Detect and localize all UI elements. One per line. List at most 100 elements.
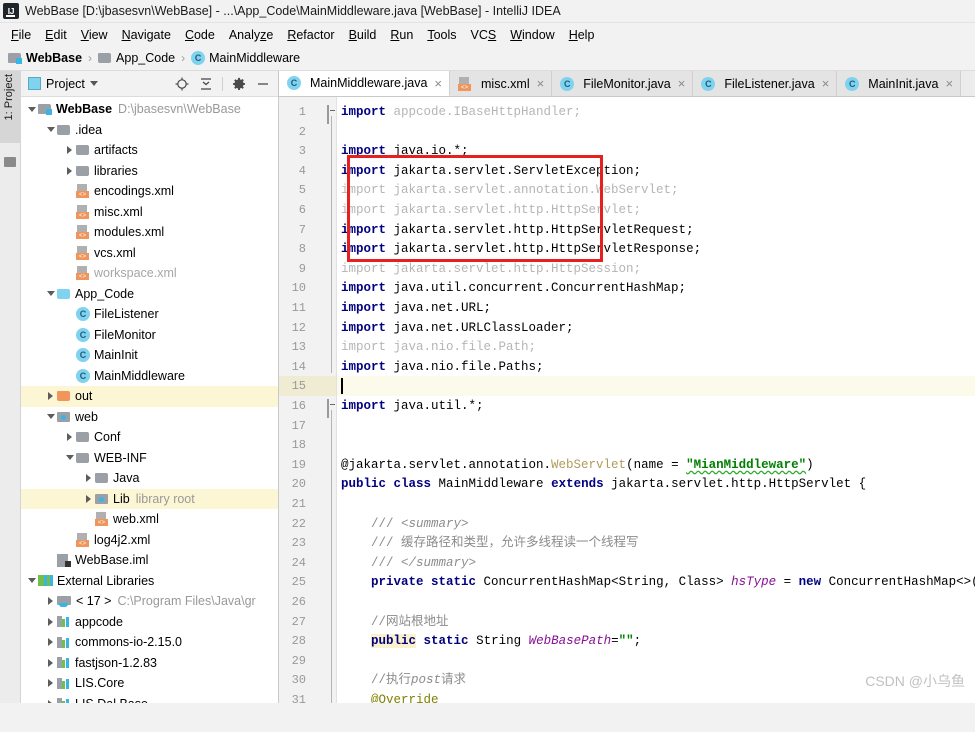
menu-item-run[interactable]: Run: [383, 26, 420, 44]
tree-item[interactable]: C FileListener: [21, 304, 278, 325]
tree-item[interactable]: <> workspace.xml: [21, 263, 278, 284]
chevron-right-icon[interactable]: [44, 697, 57, 703]
tree-item[interactable]: WebBase.iml: [21, 550, 278, 571]
tree-item[interactable]: <> vcs.xml: [21, 243, 278, 264]
collapse-all-icon[interactable]: [195, 73, 217, 95]
code-editor[interactable]: 1 2 3 4 5 6 7 8 9 10 11 12 13 14 15 16 17 18 19 20 21 22 23 24 2…: [279, 97, 975, 703]
tree-item[interactable]: WEB-INF: [21, 448, 278, 469]
menu-item-build[interactable]: Build: [342, 26, 384, 44]
close-icon[interactable]: ×: [537, 76, 545, 91]
chevron-down-icon[interactable]: [63, 451, 76, 464]
breadcrumb-separator: ›: [181, 51, 186, 65]
tree-item-label: artifacts: [94, 143, 138, 158]
breadcrumb-item-app_code[interactable]: App_Code: [95, 50, 178, 66]
class-icon: C: [845, 76, 860, 91]
close-icon[interactable]: ×: [945, 76, 953, 91]
tree-item[interactable]: <> modules.xml: [21, 222, 278, 243]
code-content[interactable]: import appcode.IBaseHttpHandler; import j…: [337, 97, 975, 703]
menu-item-help[interactable]: Help: [562, 26, 602, 44]
menu-item-refactor[interactable]: Refactor: [280, 26, 341, 44]
chevron-right-icon[interactable]: [44, 595, 57, 608]
line-number: 10: [291, 281, 306, 296]
menu-item-navigate[interactable]: Navigate: [115, 26, 178, 44]
menu-item-edit[interactable]: Edit: [38, 26, 74, 44]
chevron-right-icon[interactable]: [44, 390, 57, 403]
structure-icon[interactable]: [4, 157, 16, 167]
chevron-down-icon: [89, 81, 98, 86]
tree-item[interactable]: <> web.xml: [21, 509, 278, 530]
gear-icon[interactable]: [228, 73, 250, 95]
tree-item[interactable]: Lib library root: [21, 488, 278, 509]
tree-item[interactable]: C MainMiddleware: [21, 366, 278, 387]
tree-item[interactable]: fastjson-1.2.83: [21, 653, 278, 674]
tree-item-label: commons-io-2.15.0: [75, 635, 182, 650]
hide-window-icon[interactable]: [252, 73, 274, 95]
chevron-right-icon[interactable]: [44, 615, 57, 628]
editor-gutter[interactable]: 1 2 3 4 5 6 7 8 9 10 11 12 13 14 15 16 17 18 19 20 21 22 23 24 2…: [279, 97, 337, 703]
tree-item-label: Java: [113, 471, 140, 486]
tree-item[interactable]: Conf: [21, 427, 278, 448]
menu-item-code[interactable]: Code: [178, 26, 222, 44]
tree-item[interactable]: External Libraries: [21, 571, 278, 592]
chevron-right-icon[interactable]: [82, 472, 95, 485]
chevron-down-icon[interactable]: [25, 103, 38, 116]
tree-item[interactable]: commons-io-2.15.0: [21, 632, 278, 653]
project-view-selector[interactable]: Project: [25, 76, 101, 92]
tool-window-button-project[interactable]: 1: Project: [0, 71, 21, 143]
tree-item[interactable]: App_Code: [21, 284, 278, 305]
chevron-right-icon[interactable]: [44, 636, 57, 649]
close-icon[interactable]: ×: [434, 76, 442, 91]
code-line: public static String WebBasePath="";: [341, 631, 641, 651]
xml-file-icon: <>: [76, 225, 90, 240]
tree-item[interactable]: WebBase D:\jbasesvn\WebBase: [21, 99, 278, 120]
chevron-down-icon[interactable]: [44, 287, 57, 300]
tree-item[interactable]: artifacts: [21, 140, 278, 161]
tree-item[interactable]: .idea: [21, 120, 278, 141]
editor-tab[interactable]: C FileMonitor.java ×: [552, 71, 694, 96]
tree-item[interactable]: <> misc.xml: [21, 202, 278, 223]
editor-tab[interactable]: <> misc.xml ×: [450, 71, 553, 96]
tree-item[interactable]: libraries: [21, 161, 278, 182]
code-line: import jakarta.servlet.http.HttpServlet;: [341, 200, 641, 220]
tree-item[interactable]: <> log4j2.xml: [21, 530, 278, 551]
menu-item-vcs[interactable]: VCS: [464, 26, 504, 44]
tree-item[interactable]: LIS.Core: [21, 673, 278, 694]
menu-item-file[interactable]: File: [4, 26, 38, 44]
menu-item-view[interactable]: View: [74, 26, 115, 44]
breadcrumb-item-mainmiddleware[interactable]: C MainMiddleware: [188, 50, 303, 66]
breadcrumb-item-webbase[interactable]: WebBase: [5, 50, 85, 66]
code-token: "": [618, 634, 634, 649]
close-icon[interactable]: ×: [822, 76, 830, 91]
chevron-right-icon[interactable]: [82, 492, 95, 505]
tree-item[interactable]: LIS.Dal.Base: [21, 694, 278, 703]
tree-item[interactable]: C MainInit: [21, 345, 278, 366]
editor-tab-label: FileMonitor.java: [583, 76, 671, 91]
tree-item[interactable]: Java: [21, 468, 278, 489]
chevron-right-icon[interactable]: [44, 677, 57, 690]
chevron-right-icon[interactable]: [63, 144, 76, 157]
tree-item[interactable]: web: [21, 407, 278, 428]
editor-tab[interactable]: C MainMiddleware.java ×: [279, 71, 451, 96]
project-panel-title: Project: [46, 76, 85, 91]
tree-item[interactable]: out: [21, 386, 278, 407]
chevron-down-icon[interactable]: [44, 410, 57, 423]
tree-item[interactable]: C FileMonitor: [21, 325, 278, 346]
tree-item[interactable]: appcode: [21, 612, 278, 633]
close-icon[interactable]: ×: [678, 76, 686, 91]
editor-tab[interactable]: C FileListener.java ×: [693, 71, 838, 96]
chevron-down-icon[interactable]: [44, 123, 57, 136]
chevron-right-icon[interactable]: [63, 431, 76, 444]
project-tree[interactable]: WebBase D:\jbasesvn\WebBase .idea artifacts…: [21, 97, 278, 703]
chevron-right-icon[interactable]: [44, 656, 57, 669]
chevron-down-icon[interactable]: [25, 574, 38, 587]
menu-item-window[interactable]: Window: [503, 26, 561, 44]
tree-item-label: misc.xml: [94, 204, 143, 219]
chevron-right-icon[interactable]: [63, 164, 76, 177]
menu-item-analyze[interactable]: Analyze: [222, 26, 280, 44]
editor-tab[interactable]: C MainInit.java ×: [837, 71, 962, 96]
tree-item[interactable]: < 17 > C:\Program Files\Java\gr: [21, 591, 278, 612]
tree-item[interactable]: <> encodings.xml: [21, 181, 278, 202]
menu-item-tools[interactable]: Tools: [420, 26, 463, 44]
locate-icon[interactable]: [171, 73, 193, 95]
